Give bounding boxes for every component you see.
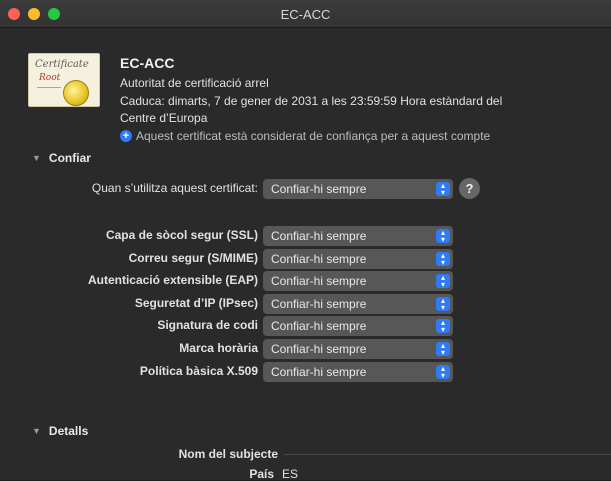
trust-policy-label: Política bàsica X.509 [139,364,258,378]
certificate-expiry-continued: Centre d’Europa [120,111,208,125]
trust-policy-label: Capa de sòcol segur (SSL) [105,228,258,242]
trust-policy-select[interactable]: Confiar-hi sempre ▴ ▾ [263,226,453,246]
trust-policy-value: Confiar-hi sempre [271,274,367,288]
details-section-title: Detalls [48,424,89,438]
trust-status-text: Aquest certificat està considerat de con… [136,129,491,143]
updown-chevron-icon: ▴ ▾ [436,182,450,197]
disclosure-triangle-icon[interactable]: ▼ [32,153,41,163]
updown-chevron-icon: ▴ ▾ [436,365,450,380]
updown-chevron-icon: ▴ ▾ [436,297,450,312]
trust-section-header[interactable]: ▼ Confiar [32,151,91,165]
plus-circle-icon: + [120,130,132,142]
updown-chevron-icon: ▴ ▾ [436,252,450,267]
seal-icon [63,80,89,106]
trust-policy-select[interactable]: Confiar-hi sempre ▴ ▾ [263,316,453,336]
disclosure-triangle-icon[interactable]: ▼ [32,426,41,436]
updown-chevron-icon: ▴ ▾ [436,342,450,357]
updown-chevron-icon: ▴ ▾ [436,274,450,289]
subject-name-label: Nom del subjecte [178,447,278,461]
trust-policy-select[interactable]: Confiar-hi sempre ▴ ▾ [263,339,453,359]
when-using-value: Confiar-hi sempre [271,182,367,196]
country-value: ES [282,467,299,481]
when-using-label: Quan s’utilitza aquest certificat: [91,181,258,195]
trust-policy-value: Confiar-hi sempre [271,252,367,266]
help-button[interactable]: ? [459,178,480,199]
trust-policy-select[interactable]: Confiar-hi sempre ▴ ▾ [263,362,453,382]
certificate-type: Autoritat de certificació arrel [120,76,269,90]
window-title: EC-ACC [280,7,331,22]
certificate-name: EC-ACC [120,55,175,71]
certificate-icon-root-script: Root [39,73,61,83]
certificate-window: EC-ACC Certificate Root EC-ACC Autoritat… [0,0,611,481]
trust-policy-value: Confiar-hi sempre [271,229,367,243]
trust-policy-value: Confiar-hi sempre [271,319,367,333]
certificate-icon: Certificate Root [28,53,100,107]
certificate-icon-script: Certificate [35,59,89,70]
trust-policy-select[interactable]: Confiar-hi sempre ▴ ▾ [263,271,453,291]
trust-policy-label: Correu segur (S/MIME) [128,251,258,265]
when-using-select[interactable]: Confiar-hi sempre ▴ ▾ [263,179,453,199]
trust-policy-label: Seguretat d’IP (IPsec) [134,296,258,310]
trust-policy-select[interactable]: Confiar-hi sempre ▴ ▾ [263,249,453,269]
title-bar: EC-ACC [0,0,611,28]
trust-policy-value: Confiar-hi sempre [271,365,367,379]
country-label: País [249,467,274,481]
trust-policy-label: Autenticació extensible (EAP) [87,273,258,287]
trust-policy-label: Marca horària [179,341,258,355]
trust-policy-value: Confiar-hi sempre [271,297,367,311]
trust-policy-value: Confiar-hi sempre [271,342,367,356]
trust-policy-label: Signatura de codi [157,318,258,332]
updown-chevron-icon: ▴ ▾ [436,319,450,334]
certificate-expiry: Caduca: dimarts, 7 de gener de 2031 a le… [120,94,503,108]
details-section-header[interactable]: ▼ Detalls [32,424,88,438]
trust-policy-select[interactable]: Confiar-hi sempre ▴ ▾ [263,294,453,314]
divider [284,454,611,455]
updown-chevron-icon: ▴ ▾ [436,229,450,244]
certificate-icon-line [37,87,61,88]
trust-section-title: Confiar [48,151,91,165]
trust-status: + Aquest certificat està considerat de c… [120,129,490,143]
